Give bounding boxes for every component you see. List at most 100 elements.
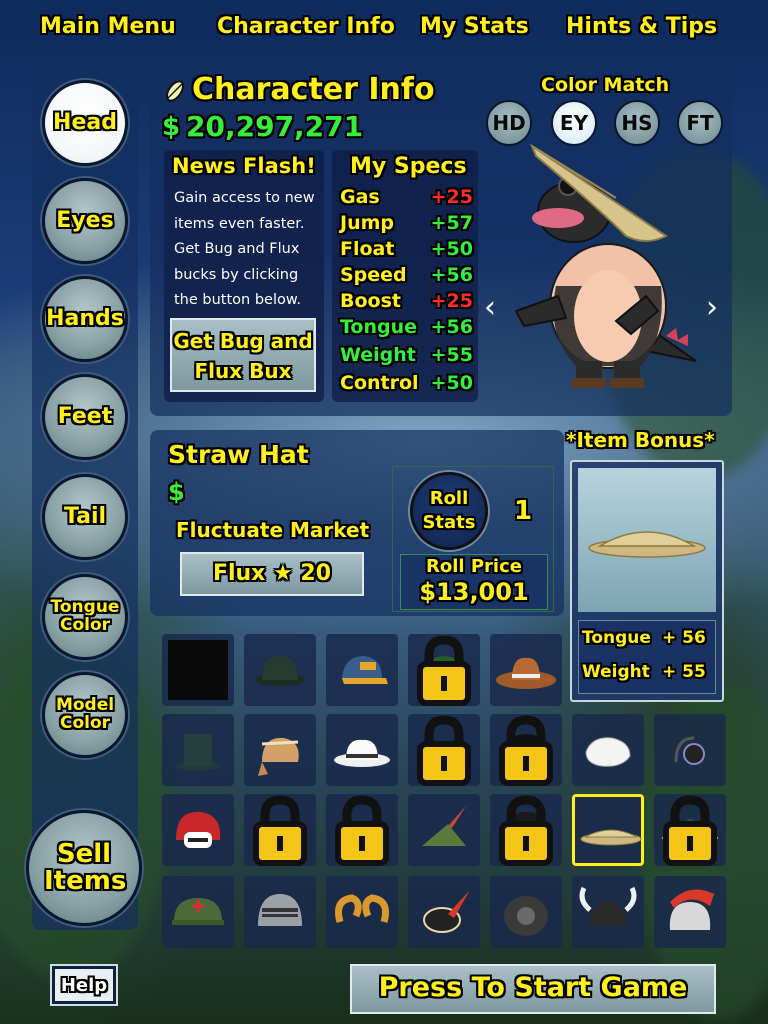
start-game-button[interactable]: Press To Start Game — [350, 964, 716, 1014]
category-tongue-color-label: Tongue Color — [50, 597, 120, 635]
spec-value: +57 — [430, 212, 473, 234]
spec-row-float: Float +50 — [340, 238, 475, 264]
item-tile-space-helmet[interactable] — [490, 794, 562, 866]
fedora-hat-icon — [334, 739, 390, 767]
next-character-arrow[interactable]: › — [706, 290, 718, 325]
item-tile-baseball-cap[interactable] — [326, 634, 398, 706]
item-tile-laurel-wreath[interactable] — [244, 794, 316, 866]
item-tile-afro-hair[interactable] — [490, 714, 562, 786]
lock-icon — [499, 795, 553, 866]
bowler-hat-icon — [254, 656, 306, 686]
category-model-color-button[interactable]: Model Color — [42, 672, 128, 758]
nav-main-menu[interactable]: Main Menu — [40, 14, 176, 39]
item-tile-robin-hood-hat[interactable] — [408, 794, 480, 866]
page-title: Character Info — [192, 72, 435, 107]
category-eyes-label: Eyes — [56, 208, 114, 234]
spec-value: +50 — [430, 238, 473, 260]
leaf-icon — [162, 78, 188, 104]
spec-row-control: Control +50 — [340, 372, 475, 398]
nav-my-stats[interactable]: My Stats — [420, 14, 529, 39]
item-tile-viking-helmet[interactable] — [572, 876, 644, 948]
help-button[interactable]: Help — [52, 966, 116, 1004]
item-name: Straw Hat — [168, 440, 309, 469]
item-tile-feather-cap[interactable] — [408, 876, 480, 948]
bonus-stat-name: Tongue — [582, 628, 651, 648]
item-tile-beanie-hat[interactable] — [408, 634, 480, 706]
spec-row-speed: Speed +56 — [340, 264, 475, 290]
cowboy-hat-icon — [496, 657, 556, 689]
item-tile-ram-horns[interactable] — [326, 876, 398, 948]
item-tile-glove-hat[interactable] — [572, 714, 644, 786]
lock-icon — [499, 715, 553, 786]
category-model-color-label: Model Color — [55, 695, 115, 733]
army-helmet-icon — [172, 898, 224, 925]
spec-name: Gas — [340, 186, 380, 208]
spec-value: +55 — [430, 344, 473, 366]
baseball-cap-icon — [342, 656, 388, 684]
item-tile-headphones[interactable] — [654, 714, 726, 786]
spec-name: Speed — [340, 264, 407, 286]
money-symbol: $ — [162, 112, 181, 142]
category-feet-label: Feet — [57, 404, 113, 430]
roll-stats-button[interactable]: Roll Stats — [410, 472, 488, 550]
robin-hood-hat-icon — [422, 806, 466, 846]
sell-items-button[interactable]: Sell Items — [26, 810, 142, 926]
knight-helmet-icon — [258, 894, 302, 926]
roll-price-value: $13,001 — [419, 578, 529, 606]
spec-name: Boost — [340, 290, 401, 312]
prev-character-arrow[interactable]: ‹ — [484, 290, 496, 325]
bonus-stat-value: + 56 — [662, 628, 706, 648]
item-bonus-title: *Item Bonus* — [566, 428, 715, 452]
item-tile-diving-helmet[interactable] — [490, 876, 562, 948]
top-nav: Main Menu Character Info My Stats Hints … — [0, 0, 768, 56]
flux-price-button[interactable]: Flux ★ 20 — [180, 552, 364, 596]
nav-hints-tips[interactable]: Hints & Tips — [566, 14, 717, 39]
category-tongue-color-button[interactable]: Tongue Color — [42, 574, 128, 660]
category-eyes-button[interactable]: Eyes — [42, 178, 128, 264]
item-tile-football-helmet[interactable] — [162, 794, 234, 866]
aviator-cap-icon — [258, 737, 299, 776]
news-flash-title: News Flash! — [172, 154, 316, 178]
item-tile-spartan-helmet[interactable] — [654, 876, 726, 948]
roll-price-label: Roll Price — [426, 556, 522, 577]
item-tile-top-hat[interactable] — [162, 714, 234, 786]
football-helmet-icon — [176, 811, 221, 848]
item-tile-headband[interactable] — [408, 714, 480, 786]
news-flash-body: Gain access to new items even faster. Ge… — [174, 190, 315, 308]
item-tile-empty-slot[interactable] — [162, 634, 234, 706]
category-tail-label: Tail — [63, 504, 107, 530]
item-tile-cowboy-hat[interactable] — [490, 634, 562, 706]
nav-character-info[interactable]: Character Info — [217, 14, 395, 39]
straw-hat-icon — [580, 829, 642, 846]
spec-name: Tongue — [340, 316, 418, 338]
diving-helmet-icon — [504, 896, 548, 936]
item-currency: $ — [168, 478, 185, 506]
item-tile-aviator-cap[interactable] — [244, 714, 316, 786]
get-bux-button[interactable]: Get Bug and Flux Bux — [170, 318, 316, 392]
item-tile-tricorn-hat[interactable] — [654, 794, 726, 866]
category-hands-label: Hands — [46, 306, 124, 332]
spec-name: Float — [340, 238, 395, 260]
lock-icon — [663, 795, 717, 866]
ram-horns-icon — [335, 894, 389, 923]
spec-name: Weight — [340, 344, 416, 366]
my-specs-title: My Specs — [350, 154, 467, 179]
item-tile-fedora-hat[interactable] — [326, 714, 398, 786]
category-head-button[interactable]: Head — [42, 80, 128, 166]
category-feet-button[interactable]: Feet — [42, 374, 128, 460]
category-tail-button[interactable]: Tail — [42, 474, 128, 560]
lock-icon — [253, 795, 307, 866]
item-tile-straw-hat[interactable] — [572, 794, 644, 866]
item-tile-pirate-hat[interactable] — [326, 794, 398, 866]
spec-value: +25 — [430, 186, 473, 208]
category-head-label: Head — [53, 110, 117, 136]
item-tile-army-helmet[interactable] — [162, 876, 234, 948]
item-tile-bowler-hat[interactable] — [244, 634, 316, 706]
spartan-helmet-icon — [669, 889, 714, 930]
headphones-icon — [674, 736, 705, 765]
bonus-stat-name: Weight — [582, 662, 650, 682]
spec-row-tongue: Tongue +56 — [340, 316, 475, 342]
lock-icon — [417, 715, 471, 786]
category-hands-button[interactable]: Hands — [42, 276, 128, 362]
item-tile-knight-helmet[interactable] — [244, 876, 316, 948]
